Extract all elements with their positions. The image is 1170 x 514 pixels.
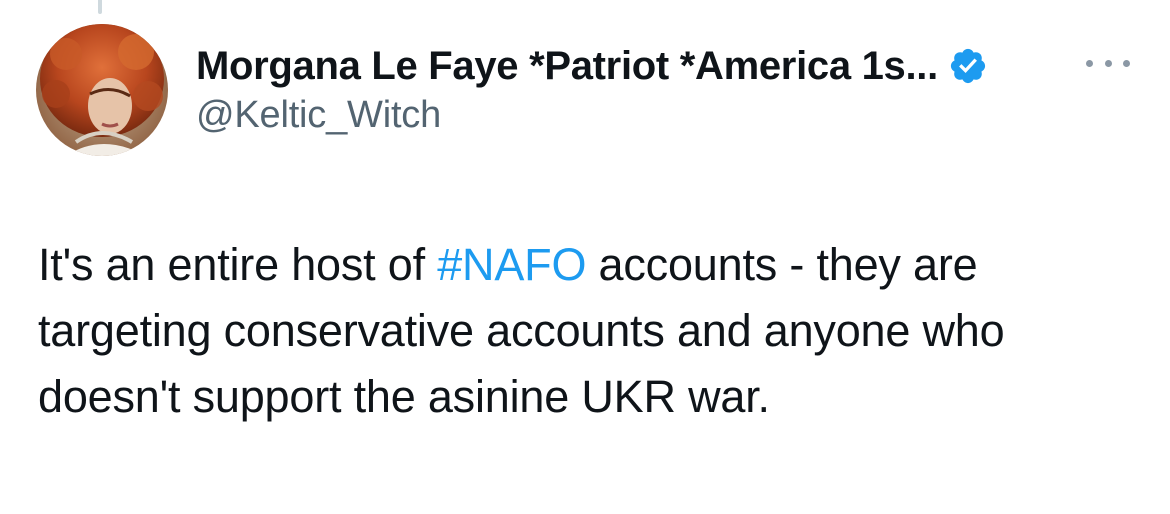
- thread-connector-line: [98, 0, 102, 14]
- tweet-header: Morgana Le Faye *Patriot *America 1s... …: [196, 40, 1130, 137]
- avatar[interactable]: [36, 24, 168, 156]
- name-row: Morgana Le Faye *Patriot *America 1s...: [196, 40, 1130, 92]
- more-options-icon[interactable]: [1086, 48, 1130, 78]
- avatar-photo-icon: [36, 24, 168, 156]
- tweet-text: It's an entire host of #NAFO accounts - …: [38, 232, 1138, 430]
- display-name[interactable]: Morgana Le Faye *Patriot *America 1s...: [196, 44, 938, 89]
- user-handle[interactable]: @Keltic_Witch: [196, 94, 1130, 137]
- hashtag-link[interactable]: #NAFO: [437, 239, 586, 290]
- tweet-text-before: It's an entire host of: [38, 239, 438, 290]
- verified-badge-icon: [950, 48, 986, 84]
